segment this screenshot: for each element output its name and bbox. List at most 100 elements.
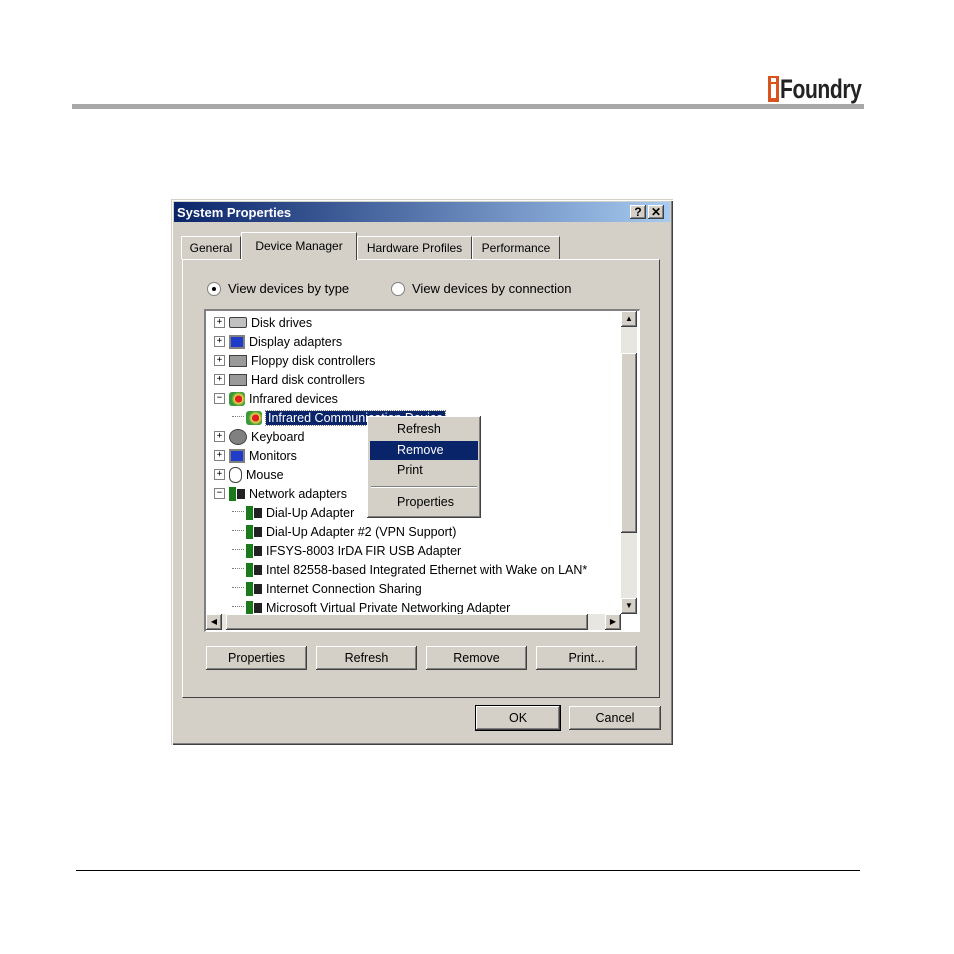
tree-item-dial-up-adapter-2[interactable]: Dial-Up Adapter #2 (VPN Support) xyxy=(232,522,456,541)
context-menu: Refresh Remove Print Properties xyxy=(367,416,481,518)
expand-icon[interactable]: + xyxy=(214,336,225,347)
collapse-icon[interactable]: − xyxy=(214,488,225,499)
tree-item-network-adapters[interactable]: − Network adapters xyxy=(214,484,347,503)
monitor-icon xyxy=(229,448,245,463)
vertical-scrollbar[interactable]: ▲ ▼ xyxy=(621,311,637,614)
view-by-connection-option[interactable]: View devices by connection xyxy=(391,281,571,296)
tree-item-label: Display adapters xyxy=(249,334,343,349)
logo-i-mark xyxy=(768,76,779,102)
tree-item-hard-disk-controllers[interactable]: + Hard disk controllers xyxy=(214,370,365,389)
floppy-controller-icon xyxy=(229,354,247,367)
tree-item-ifsys-irda-adapter[interactable]: IFSYS-8003 IrDA FIR USB Adapter xyxy=(232,541,461,560)
keyboard-icon xyxy=(229,428,247,445)
ok-button[interactable]: OK xyxy=(476,706,560,730)
tree-item-label: Mouse xyxy=(246,467,284,482)
infrared-icon xyxy=(229,391,245,406)
tree-item-internet-connection-sharing[interactable]: Internet Connection Sharing xyxy=(232,579,422,598)
refresh-button[interactable]: Refresh xyxy=(316,646,417,670)
tree-item-mouse[interactable]: + Mouse xyxy=(214,465,284,484)
expand-icon[interactable]: + xyxy=(214,469,225,480)
tree-item-label: Hard disk controllers xyxy=(251,372,365,387)
tab-general[interactable]: General xyxy=(181,236,241,259)
tree-item-label: Dial-Up Adapter xyxy=(266,505,355,520)
horizontal-scrollbar[interactable]: ◀ ▶ xyxy=(206,614,621,630)
tree-item-label: IFSYS-8003 IrDA FIR USB Adapter xyxy=(266,543,462,558)
display-adapter-icon xyxy=(229,334,245,349)
tree-item-dial-up-adapter[interactable]: Dial-Up Adapter xyxy=(232,503,354,522)
tree-item-floppy-disk-controllers[interactable]: + Floppy disk controllers xyxy=(214,351,375,370)
expand-icon[interactable]: + xyxy=(214,374,225,385)
tree-item-label: Monitors xyxy=(249,448,297,463)
expand-icon[interactable]: + xyxy=(214,317,225,328)
tree-item-label: Intel 82558-based Integrated Ethernet wi… xyxy=(266,562,588,577)
disk-drive-icon xyxy=(229,317,247,328)
ifoundry-logo: Foundry xyxy=(768,72,885,104)
tab-device-manager[interactable]: Device Manager xyxy=(241,232,357,260)
menu-item-properties[interactable]: Properties xyxy=(370,493,478,512)
menu-separator xyxy=(371,486,477,488)
tab-hardware-profiles[interactable]: Hardware Profiles xyxy=(357,236,472,259)
network-adapter-icon xyxy=(246,543,262,558)
remove-button[interactable]: Remove xyxy=(426,646,527,670)
menu-item-refresh[interactable]: Refresh xyxy=(370,420,478,439)
menu-item-remove[interactable]: Remove xyxy=(370,441,478,460)
mouse-icon xyxy=(229,466,242,483)
properties-button[interactable]: Properties xyxy=(206,646,307,670)
expand-icon[interactable]: + xyxy=(214,450,225,461)
tree-item-display-adapters[interactable]: + Display adapters xyxy=(214,332,342,351)
tree-item-keyboard[interactable]: + Keyboard xyxy=(214,427,305,446)
network-adapter-icon xyxy=(246,524,262,539)
expand-icon[interactable]: + xyxy=(214,431,225,442)
cancel-button[interactable]: Cancel xyxy=(569,706,661,730)
print-button[interactable]: Print... xyxy=(536,646,637,670)
network-adapter-icon xyxy=(246,600,262,615)
tree-item-label: Internet Connection Sharing xyxy=(266,581,422,596)
tree-item-disk-drives[interactable]: + Disk drives xyxy=(214,313,312,332)
hard-disk-controller-icon xyxy=(229,373,247,386)
tree-connector xyxy=(232,530,244,531)
tree-connector xyxy=(232,416,244,417)
collapse-icon[interactable]: − xyxy=(214,393,225,404)
tree-item-monitors[interactable]: + Monitors xyxy=(214,446,297,465)
view-by-connection-radio[interactable] xyxy=(391,281,405,296)
menu-item-print[interactable]: Print xyxy=(370,461,478,480)
network-adapter-icon xyxy=(246,505,262,520)
scroll-down-icon[interactable]: ▼ xyxy=(621,598,637,614)
scroll-up-icon[interactable]: ▲ xyxy=(621,311,637,327)
scroll-right-icon[interactable]: ▶ xyxy=(605,614,621,630)
view-by-type-radio[interactable] xyxy=(207,281,221,296)
title-bar[interactable]: System Properties ? ✕ xyxy=(174,202,670,222)
tree-connector xyxy=(232,568,244,569)
tree-item-label: Disk drives xyxy=(251,315,313,330)
tree-item-label: Floppy disk controllers xyxy=(251,353,376,368)
help-button[interactable]: ? xyxy=(630,205,646,219)
view-by-type-option[interactable]: View devices by type xyxy=(207,281,349,296)
tree-item-label: Microsoft Virtual Private Networking Ada… xyxy=(266,600,511,615)
expand-icon[interactable]: + xyxy=(214,355,225,366)
tree-item-label: Network adapters xyxy=(249,486,347,501)
view-by-type-label: View devices by type xyxy=(228,281,350,296)
tree-item-label: Dial-Up Adapter #2 (VPN Support) xyxy=(266,524,457,539)
tree-connector xyxy=(232,549,244,550)
scroll-thumb[interactable] xyxy=(621,353,637,533)
tree-connector xyxy=(232,606,244,607)
tree-item-label: Infrared devices xyxy=(249,391,338,406)
infrared-icon xyxy=(246,410,262,425)
tree-item-intel-ethernet[interactable]: Intel 82558-based Integrated Ethernet wi… xyxy=(232,560,587,579)
view-by-connection-label: View devices by connection xyxy=(412,281,572,296)
tree-item-label: Keyboard xyxy=(251,429,305,444)
header-rule xyxy=(72,104,864,109)
tree-connector xyxy=(232,511,244,512)
network-adapter-icon xyxy=(229,486,245,501)
network-adapter-icon xyxy=(246,562,262,577)
close-button[interactable]: ✕ xyxy=(648,205,664,219)
tab-performance[interactable]: Performance xyxy=(472,236,560,259)
network-adapter-icon xyxy=(246,581,262,596)
tree-item-infrared-devices[interactable]: − Infrared devices xyxy=(214,389,338,408)
footer-rule xyxy=(76,870,860,871)
scroll-thumb-horizontal[interactable] xyxy=(226,614,588,630)
tree-connector xyxy=(232,587,244,588)
scroll-left-icon[interactable]: ◀ xyxy=(206,614,222,630)
window-title: System Properties xyxy=(177,204,292,220)
logo-text: Foundry xyxy=(780,74,862,104)
